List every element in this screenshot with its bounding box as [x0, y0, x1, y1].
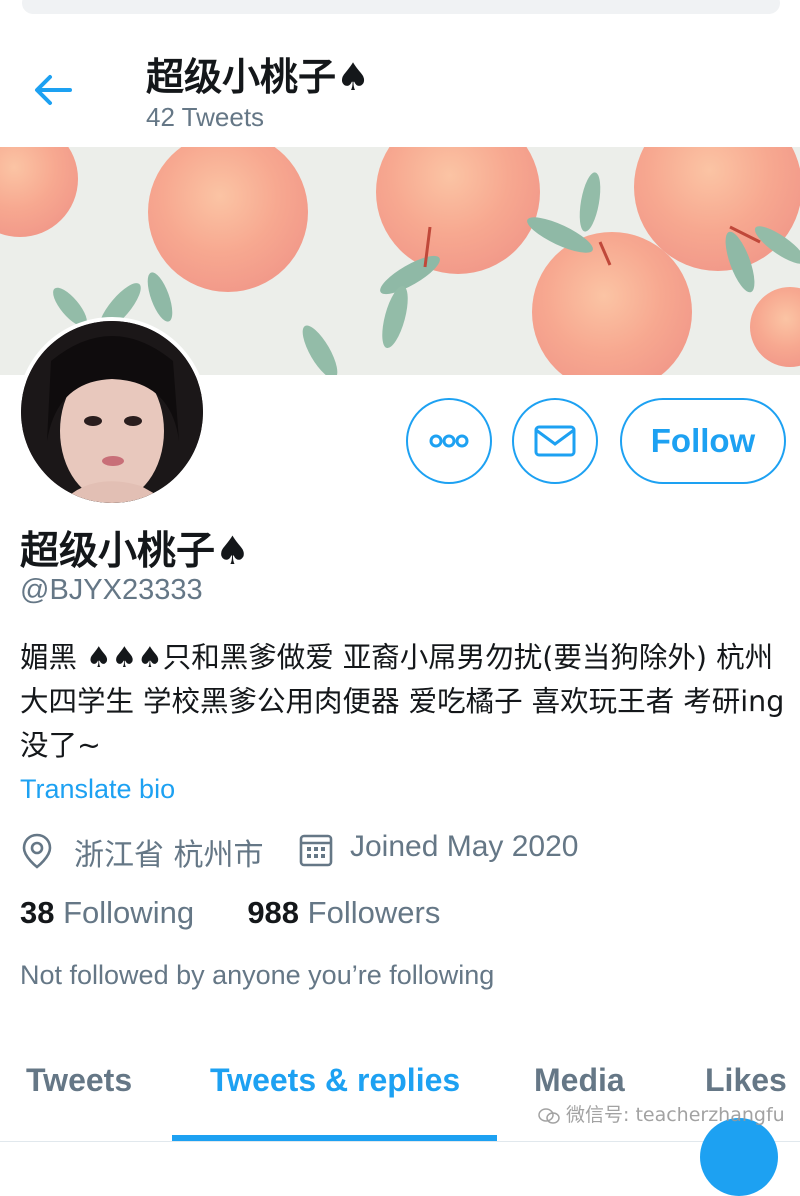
- joined-text: Joined May 2020: [350, 830, 579, 863]
- location-text: 浙江省 杭州市: [74, 838, 264, 873]
- compose-tweet-button[interactable]: [700, 1118, 778, 1196]
- header-title: 超级小桃子♠: [146, 55, 371, 99]
- profile-header: [0, 30, 800, 145]
- envelope-icon: [534, 425, 576, 457]
- followers-link[interactable]: 988 Followers: [247, 895, 440, 930]
- wechat-icon: [538, 1107, 560, 1124]
- more-options-icon: [429, 434, 469, 448]
- profile-name: 超级小桃子♠: [20, 529, 250, 574]
- translate-bio-link[interactable]: Translate bio: [20, 774, 175, 805]
- tabs-divider: [0, 1141, 800, 1142]
- top-strip: [0, 0, 800, 28]
- calendar-icon: [299, 834, 333, 867]
- followers-label: Followers: [307, 895, 441, 930]
- tweet-count: 42 Tweets: [146, 102, 265, 132]
- avatar[interactable]: [17, 317, 207, 507]
- tab-media[interactable]: Media: [534, 1062, 625, 1099]
- avatar-photo: [21, 321, 203, 503]
- follow-button[interactable]: Follow: [620, 398, 786, 484]
- profile-handle: @BJYX23333: [20, 574, 203, 606]
- message-button[interactable]: [512, 398, 598, 484]
- following-label: Following: [63, 895, 195, 930]
- follow-counts: 38 Following 988 Followers: [20, 895, 440, 931]
- more-options-button[interactable]: [406, 398, 492, 484]
- tab-tweets-replies[interactable]: Tweets & replies: [210, 1062, 460, 1099]
- watermark-text: 微信号: teacherzhangfu: [566, 1104, 785, 1126]
- following-link[interactable]: 38 Following: [20, 895, 194, 930]
- top-pill: [22, 0, 780, 14]
- not-followed-notice: Not followed by anyone you’re following: [20, 960, 495, 990]
- watermark: 微信号: teacherzhangfu: [538, 1100, 785, 1127]
- following-count: 38: [20, 895, 55, 930]
- tab-tweets[interactable]: Tweets: [26, 1062, 132, 1099]
- followers-count: 988: [247, 895, 300, 930]
- tab-likes[interactable]: Likes: [705, 1062, 787, 1099]
- profile-bio: 媚黑 ♠♠♠只和黑爹做爱 亚裔小屌男勿扰(要当狗除外) 杭州大四学生 学校黑爹公…: [20, 641, 785, 762]
- avatar-image: [21, 321, 203, 503]
- back-arrow-icon[interactable]: [30, 72, 76, 108]
- location-pin-icon: [22, 833, 52, 869]
